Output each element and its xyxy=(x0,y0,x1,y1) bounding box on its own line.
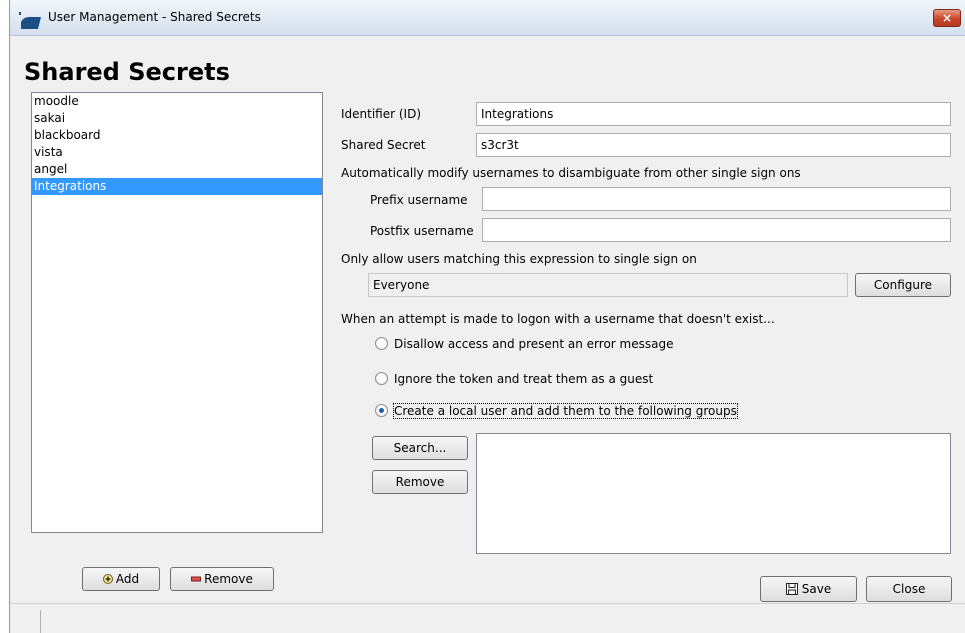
shared-secret-label: Shared Secret xyxy=(341,138,426,152)
identifier-label: Identifier (ID) xyxy=(341,107,422,121)
list-item[interactable]: sakai xyxy=(32,110,322,127)
modify-usernames-note: Automatically modify usernames to disamb… xyxy=(341,166,801,180)
expression-field: Everyone xyxy=(368,273,848,297)
remove-group-button[interactable]: Remove xyxy=(372,470,468,494)
list-item-selected[interactable]: Integrations xyxy=(32,178,322,195)
plus-icon xyxy=(102,574,113,584)
identifier-input[interactable]: Integrations xyxy=(476,102,951,126)
radio-label: Disallow access and present an error mes… xyxy=(394,337,674,351)
radio-button[interactable] xyxy=(375,337,388,350)
list-item[interactable]: blackboard xyxy=(32,127,322,144)
floppy-icon xyxy=(785,583,798,595)
user-management-window: User Management - Shared Secrets × Share… xyxy=(9,0,965,633)
radio-create-user[interactable]: Create a local user and add them to the … xyxy=(375,402,738,420)
shared-secret-input[interactable]: s3cr3t xyxy=(476,133,951,157)
nonexistent-user-note: When an attempt is made to logon with a … xyxy=(341,312,775,326)
minus-icon xyxy=(191,576,202,582)
status-separator xyxy=(40,610,41,633)
shared-secrets-list[interactable]: moodle sakai blackboard vista angel Inte… xyxy=(31,92,323,533)
status-bar xyxy=(10,603,965,633)
add-label: Add xyxy=(115,572,140,586)
groups-list[interactable] xyxy=(476,433,951,554)
window-title: User Management - Shared Secrets xyxy=(48,10,261,24)
add-secret-button[interactable]: Add xyxy=(82,567,160,591)
radio-disallow[interactable]: Disallow access and present an error mes… xyxy=(375,335,673,353)
radio-button[interactable] xyxy=(375,372,388,385)
remove-secret-button[interactable]: Remove xyxy=(170,567,274,591)
configure-button[interactable]: Configure xyxy=(855,273,951,297)
app-icon xyxy=(19,12,41,29)
radio-guest[interactable]: Ignore the token and treat them as a gue… xyxy=(375,370,653,388)
list-item[interactable]: angel xyxy=(32,161,322,178)
search-groups-button[interactable]: Search... xyxy=(372,436,468,460)
prefix-input[interactable] xyxy=(482,187,951,211)
list-item[interactable]: vista xyxy=(32,144,322,161)
close-button[interactable]: Close xyxy=(866,576,952,602)
remove-label: Remove xyxy=(204,572,253,586)
prefix-label: Prefix username xyxy=(370,193,468,207)
close-icon: × xyxy=(941,11,953,25)
page-title: Shared Secrets xyxy=(24,58,230,86)
radio-label: Create a local user and add them to the … xyxy=(393,403,738,419)
expression-note: Only allow users matching this expressio… xyxy=(341,252,697,266)
radio-button-selected[interactable] xyxy=(375,404,388,417)
list-item[interactable]: moodle xyxy=(32,93,322,110)
save-label: Save xyxy=(801,582,832,596)
postfix-label: Postfix username xyxy=(370,224,474,238)
save-button[interactable]: Save xyxy=(760,576,857,602)
postfix-input[interactable] xyxy=(482,218,951,242)
title-bar[interactable]: User Management - Shared Secrets × xyxy=(10,0,965,36)
radio-label: Ignore the token and treat them as a gue… xyxy=(394,372,654,386)
window-close-button[interactable]: × xyxy=(933,9,961,27)
